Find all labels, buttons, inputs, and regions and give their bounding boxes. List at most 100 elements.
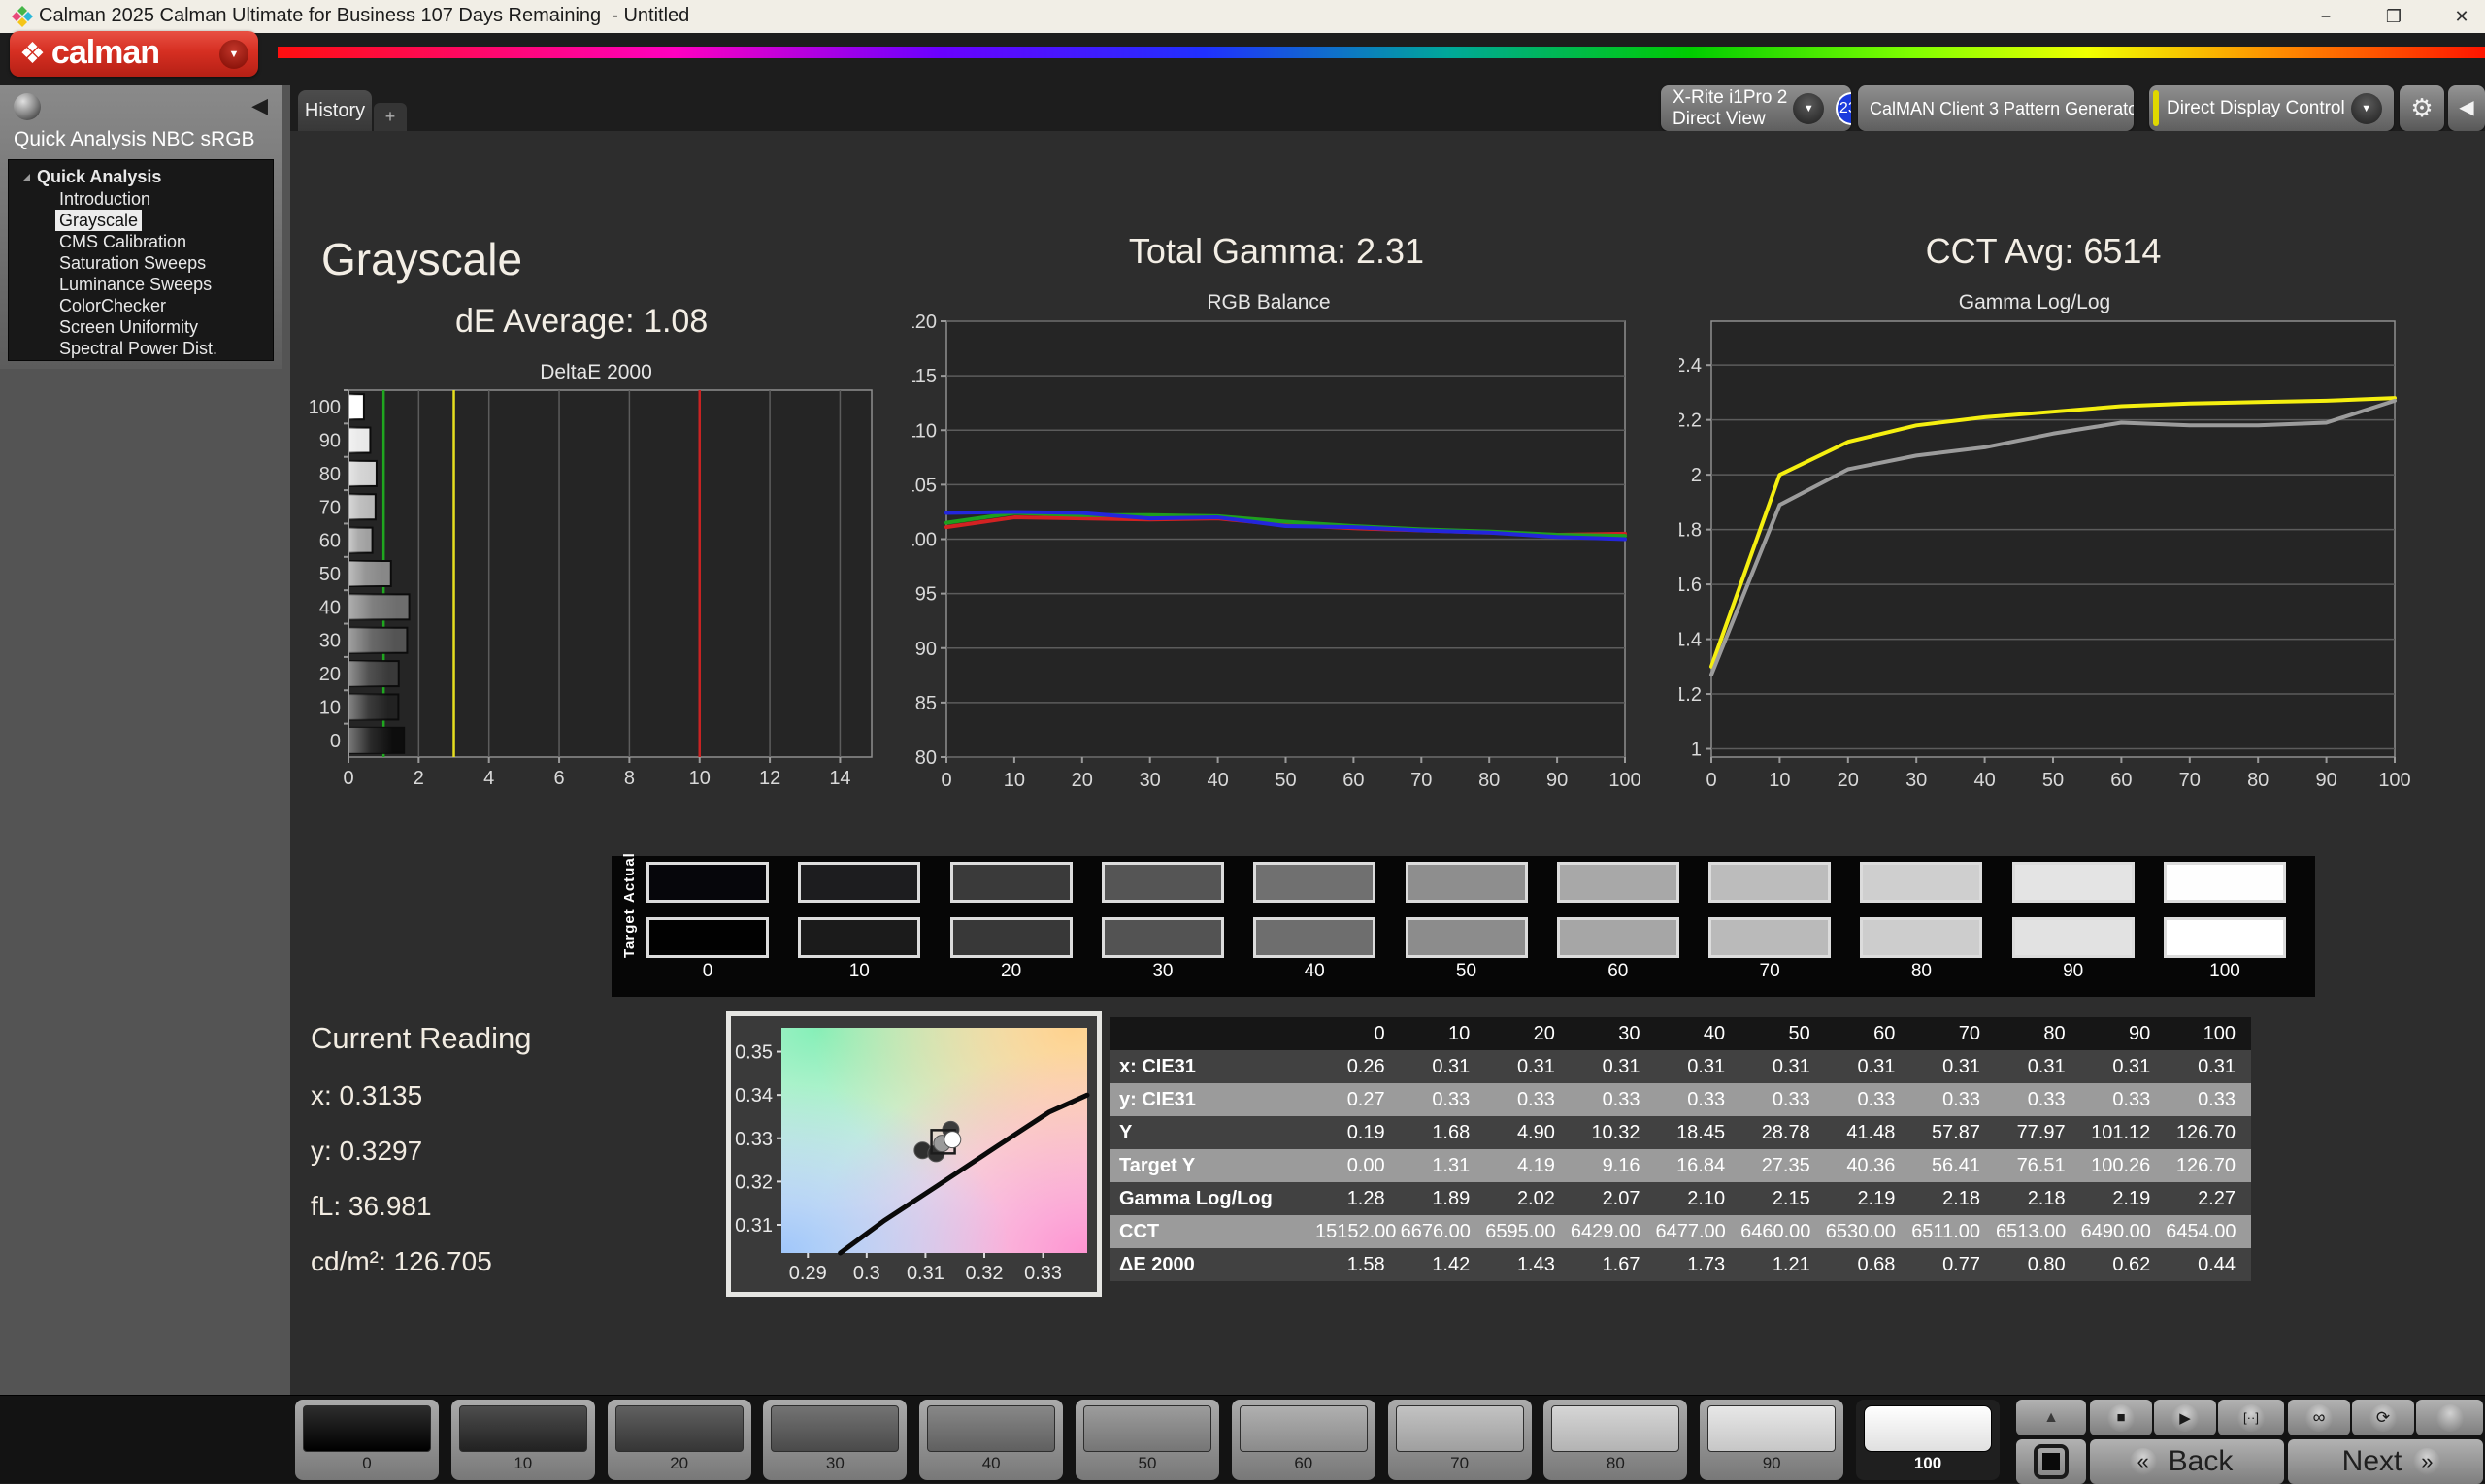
logo-dropdown-icon[interactable]: ▼ (219, 39, 248, 69)
pattern-button-20[interactable]: 20 (607, 1400, 751, 1480)
rgb-balance-chart: 80 85 90 95 100 105 110 115 120 0 10 20 30 40 50 60 70 80… (912, 312, 1641, 791)
table-cell: 1.43 (1485, 1248, 1571, 1281)
refresh-button[interactable]: ⟳ (2352, 1400, 2414, 1435)
back-button[interactable]: « Back (2090, 1439, 2284, 1484)
back-label: Back (2168, 1445, 2234, 1477)
sidebar-collapse-icon[interactable]: ◀ (251, 93, 268, 118)
pattern-label: 90 (1762, 1454, 1781, 1472)
svg-text:0: 0 (1706, 770, 1716, 791)
pattern-button-40[interactable]: 40 (919, 1400, 1064, 1480)
play-button[interactable]: ▶ (2154, 1400, 2216, 1435)
next-button[interactable]: Next » (2288, 1439, 2483, 1484)
table-cell: 6454.00 (2166, 1215, 2251, 1248)
swatch-target-50 (1405, 917, 1528, 958)
sidebar-item-spectral-power-dist[interactable]: Spectral Power Dist. (9, 338, 273, 359)
current-reading-panel: Current Reading x: 0.3135 y: 0.3297 fL: … (311, 1021, 531, 1277)
sidebar-item-grayscale[interactable]: Grayscale (9, 210, 273, 231)
display-control-dropdown-icon[interactable]: ▼ (2350, 92, 2382, 124)
table-col-header: 30 (1570, 1017, 1656, 1050)
pattern-button-10[interactable]: 10 (450, 1400, 595, 1480)
svg-text:50: 50 (319, 564, 341, 585)
table-cell: 0.19 (1315, 1116, 1401, 1149)
svg-text:40: 40 (1973, 770, 1995, 791)
meter-dropdown-icon[interactable]: ▼ (1793, 92, 1825, 124)
meter-count-badge[interactable]: 239 (1836, 91, 1851, 125)
table-cell: 2.02 (1485, 1182, 1571, 1215)
table-col-header: 40 (1655, 1017, 1741, 1050)
pattern-window-button[interactable] (2016, 1439, 2086, 1484)
sidebar-item-introduction[interactable]: Introduction (9, 188, 273, 210)
pattern-button-90[interactable]: 90 (1700, 1400, 1844, 1480)
pattern-button-70[interactable]: 70 (1387, 1400, 1532, 1480)
toolbar-collapse-icon[interactable]: ◀ (2448, 85, 2485, 131)
workflow-title: Quick Analysis NBC sRGB (14, 128, 255, 150)
swatch-target-10 (798, 917, 921, 958)
pattern-button-80[interactable]: 80 (1543, 1400, 1688, 1480)
table-cell: 1.31 (1400, 1149, 1486, 1182)
sidebar-item-screen-uniformity[interactable]: Screen Uniformity (9, 316, 273, 338)
minimize-icon[interactable]: − (2303, 0, 2349, 33)
read-series-button[interactable]: [··] (2218, 1400, 2284, 1435)
table-cell: 0.33 (1400, 1083, 1486, 1116)
svg-text:0.33: 0.33 (1024, 1263, 1062, 1284)
tree-root[interactable]: Quick Analysis (9, 166, 273, 188)
sidebar-item-colorchecker[interactable]: ColorChecker (9, 295, 273, 316)
close-icon[interactable]: ✕ (2438, 0, 2485, 33)
tab-add-button[interactable]: + (374, 103, 407, 131)
swatch-row-label: Actual (621, 852, 638, 903)
table-cell: 0.44 (2166, 1248, 2251, 1281)
pattern-button-50[interactable]: 50 (1076, 1400, 1219, 1480)
reading-fl: fL: 36.981 (311, 1191, 432, 1221)
swatch-column-label: 60 (1607, 961, 1629, 981)
swatch-actual-90 (2011, 862, 2135, 903)
sidebar-item-cms-calibration[interactable]: CMS Calibration (9, 231, 273, 252)
pattern-generator-dropdown[interactable]: CalMAN Client 3 Pattern Generator ▼ (1858, 85, 2134, 131)
calman-logo-menu[interactable]: ❖ calman ▼ (10, 31, 258, 77)
pattern-button-0[interactable]: 0 (295, 1400, 439, 1480)
reading-cdm2: cd/m²: 126.705 (311, 1246, 492, 1276)
swatch-actual-30 (1101, 862, 1224, 903)
app-icon (12, 6, 33, 27)
svg-text:110: 110 (912, 420, 937, 442)
pattern-button-30[interactable]: 30 (763, 1400, 908, 1480)
back-chevron-icon: « (2129, 1448, 2157, 1475)
grayscale-swatch-strip: Actual Target 0 10 20 30 40 50 60 70 80 90 100 (612, 852, 2315, 997)
swatch-actual-60 (1556, 862, 1679, 903)
svg-text:40: 40 (1207, 770, 1228, 791)
pattern-button-60[interactable]: 60 (1231, 1400, 1375, 1480)
table-cell: 0.33 (2166, 1083, 2251, 1116)
svg-text:1: 1 (1691, 740, 1702, 761)
pattern-chip (458, 1405, 587, 1452)
continuous-read-button[interactable]: ∞ (2288, 1400, 2350, 1435)
svg-text:100: 100 (1608, 770, 1640, 791)
rainbow-strip (278, 47, 2485, 58)
svg-text:2: 2 (414, 768, 424, 789)
display-control-dropdown[interactable]: Direct Display Control ▼ (2149, 85, 2394, 131)
settings-gear-icon[interactable]: ⚙ (2400, 85, 2444, 131)
svg-text:60: 60 (2110, 770, 2132, 791)
meter-name: X-Rite i1Pro 2 (1673, 86, 1788, 108)
sidebar-item-luminance-sweeps[interactable]: Luminance Sweeps (9, 274, 273, 295)
blank-read-button[interactable] (2416, 1400, 2483, 1435)
sidebar-item-label: Screen Uniformity (59, 317, 199, 337)
maximize-icon[interactable]: ❐ (2370, 0, 2417, 33)
svg-text:80: 80 (1478, 770, 1500, 791)
tab-history-1[interactable]: History 1 (298, 90, 372, 162)
svg-text:0.32: 0.32 (966, 1263, 1004, 1284)
slide-up-button[interactable]: ▲ (2016, 1400, 2086, 1435)
stop-button[interactable]: ■ (2090, 1400, 2152, 1435)
svg-text:0.29: 0.29 (789, 1263, 827, 1284)
sidebar-item-saturation-sweeps[interactable]: Saturation Sweeps (9, 252, 273, 274)
pattern-button-100[interactable]: 100 (1856, 1400, 2000, 1480)
svg-text:6: 6 (553, 768, 564, 789)
de-average-heading: dE Average: 1.08 (455, 303, 709, 340)
cie-chromaticity-chart: 0.35 0.34 0.33 0.32 0.31 0.29 0.3 0.31 0.32 0.33 (726, 1011, 1102, 1297)
table-cell: 0.77 (1910, 1248, 1996, 1281)
swatch-column-label: 100 (2209, 961, 2240, 981)
expander-icon[interactable] (22, 173, 30, 181)
window-icon (2034, 1444, 2069, 1479)
swatch-column-label: 0 (702, 961, 713, 981)
meter-dropdown[interactable]: X-Rite i1Pro 2 Direct View ▼ 239 (1661, 85, 1851, 131)
gamma-loglog-chart: 1 1.2 1.4 1.6 1.8 2 2.2 2.4 0 10 20 30 40 50 60 70 80 90 1… (1679, 320, 2411, 791)
svg-text:60: 60 (1342, 770, 1364, 791)
